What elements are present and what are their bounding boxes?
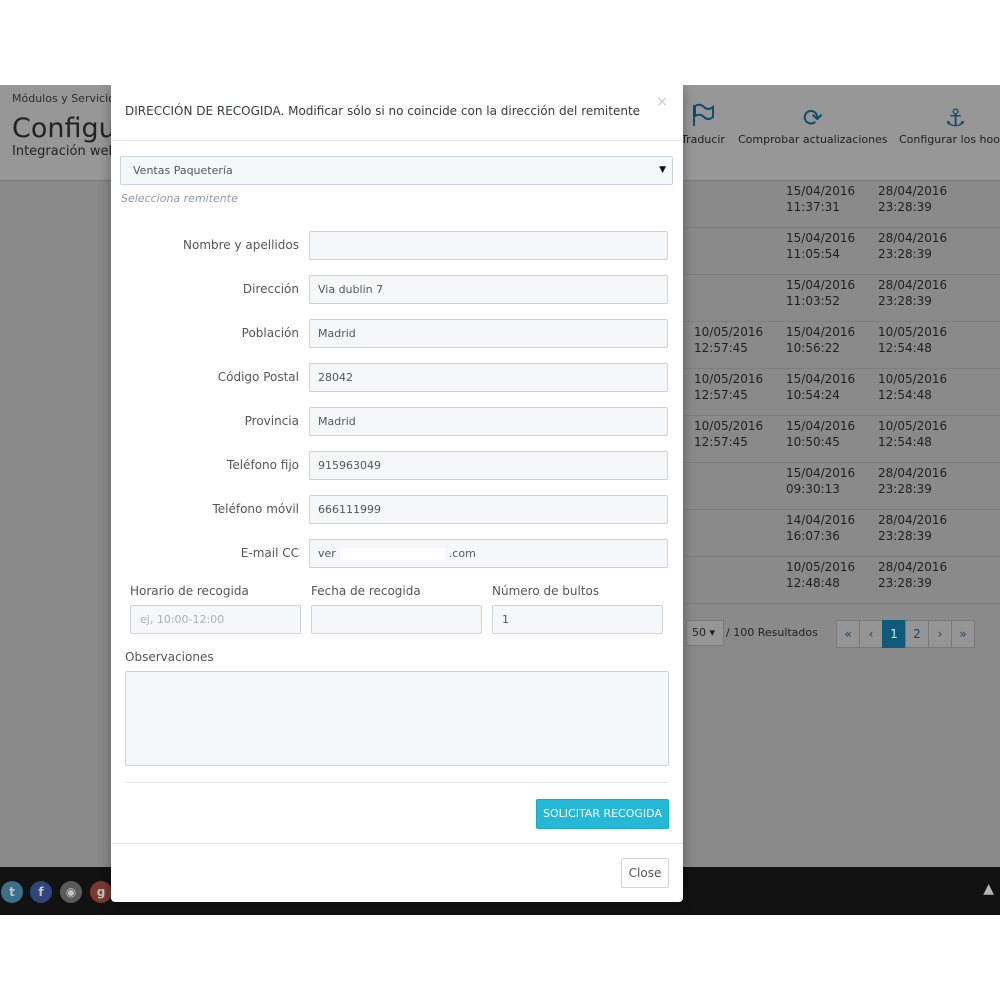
- caret-down-icon: ▼: [659, 165, 666, 175]
- postal-code-input[interactable]: 28042: [309, 363, 668, 392]
- table-cell: 28/04/2016 23:28:39: [878, 560, 948, 590]
- email-cc-label: E-mail CC: [240, 546, 299, 560]
- flag-icon: [681, 103, 725, 133]
- name-label: Nombre y apellidos: [183, 238, 299, 252]
- table-row[interactable]: 15/04/2016 11:37:31 28/04/2016 23:28:39: [684, 181, 1000, 228]
- notes-textarea[interactable]: [125, 671, 669, 766]
- name-input[interactable]: [309, 231, 668, 260]
- table-cell: 15/04/2016 10:50:45: [786, 419, 856, 449]
- twitter-icon[interactable]: t: [1, 881, 23, 903]
- postal-code-label: Código Postal: [217, 370, 299, 384]
- first-page-button[interactable]: «: [836, 620, 860, 648]
- table-cell: 15/04/2016 11:03:52: [786, 278, 856, 308]
- configure-hooks-button[interactable]: ⚓ Configurar los hooks: [899, 103, 1000, 146]
- configure-hooks-label: Configurar los hooks: [899, 133, 1000, 146]
- google-plus-icon[interactable]: g: [90, 881, 112, 903]
- province-label: Provincia: [244, 414, 299, 428]
- table-cell: 10/05/2016 12:54:48: [878, 372, 948, 402]
- sender-select[interactable]: Ventas Paquetería ▼: [120, 156, 673, 185]
- request-pickup-button[interactable]: SOLICITAR RECOGIDA: [536, 799, 669, 829]
- table-cell: 14/04/2016 16:07:36: [786, 513, 856, 543]
- page-2-button[interactable]: 2: [905, 620, 929, 648]
- table-row[interactable]: 10/05/2016 12:48:48 28/04/2016 23:28:39: [684, 557, 1000, 604]
- page-subtitle: Integración web: [12, 144, 117, 159]
- table-cell: 28/04/2016 23:28:39: [878, 278, 948, 308]
- pickup-time-label: Horario de recogida: [130, 584, 249, 598]
- redaction-mask: [339, 548, 445, 560]
- address-input[interactable]: Via dublin 7: [309, 275, 668, 304]
- table-cell: 10/05/2016 12:57:45: [694, 419, 764, 449]
- prev-page-button[interactable]: ‹: [859, 620, 883, 648]
- pagination: 50 ▾ / 100 Resultados « ‹ 1 2 › »: [684, 616, 1000, 650]
- table-cell: 10/05/2016 12:54:48: [878, 325, 948, 355]
- check-updates-button[interactable]: ⟳ Comprobar actualizaciones: [738, 103, 888, 146]
- table-row[interactable]: 10/05/2016 12:57:45 15/04/2016 10:50:45 10…: [684, 416, 1000, 463]
- modal-title: DIRECCIÓN DE RECOGIDA. Modificar sólo si…: [125, 104, 641, 118]
- table-row[interactable]: 15/04/2016 11:03:52 28/04/2016 23:28:39: [684, 275, 1000, 322]
- packages-input[interactable]: 1: [492, 605, 663, 634]
- form-divider: [125, 782, 669, 783]
- table-cell: 15/04/2016 11:37:31: [786, 184, 856, 214]
- pickup-time-input[interactable]: ej, 10:00-12:00: [130, 605, 301, 634]
- anchor-icon: ⚓: [944, 104, 967, 132]
- page-1-button[interactable]: 1: [882, 620, 906, 648]
- sender-select-value: Ventas Paquetería: [133, 164, 233, 177]
- modal-footer-divider: [111, 843, 683, 844]
- pickup-date-input[interactable]: [311, 605, 482, 634]
- packages-label: Número de bultos: [492, 584, 600, 598]
- scroll-top-icon[interactable]: ▲: [983, 881, 994, 897]
- table-cell: 28/04/2016 23:28:39: [878, 513, 948, 543]
- close-button[interactable]: Close: [621, 858, 669, 888]
- modal-header: DIRECCIÓN DE RECOGIDA. Modificar sólo si…: [111, 85, 683, 141]
- table-row[interactable]: 15/04/2016 09:30:13 28/04/2016 23:28:39: [684, 463, 1000, 510]
- province-input[interactable]: Madrid: [309, 407, 668, 436]
- address-label: Dirección: [242, 282, 299, 296]
- results-count: / 100 Resultados: [726, 626, 818, 639]
- screen: Módulos y Servicios Configurar Integraci…: [0, 85, 1000, 915]
- per-page-select[interactable]: 50 ▾: [686, 620, 724, 646]
- table-cell: 10/05/2016 12:54:48: [878, 419, 948, 449]
- table-cell: 28/04/2016 23:28:39: [878, 231, 948, 261]
- landline-input[interactable]: 915963049: [309, 451, 668, 480]
- mobile-input[interactable]: 666111999: [309, 495, 668, 524]
- email-value-end: .com: [448, 547, 476, 560]
- notes-label: Observaciones: [125, 650, 214, 664]
- github-icon[interactable]: ◉: [60, 881, 82, 903]
- facebook-icon[interactable]: f: [30, 881, 52, 903]
- landline-label: Teléfono fijo: [227, 458, 299, 472]
- next-page-button[interactable]: ›: [928, 620, 952, 648]
- city-input[interactable]: Madrid: [309, 319, 668, 348]
- table-cell: 10/05/2016 12:57:45: [694, 372, 764, 402]
- translate-label: Traducir: [681, 133, 725, 146]
- table-row[interactable]: 10/05/2016 12:57:45 15/04/2016 10:56:22 10…: [684, 322, 1000, 369]
- city-label: Población: [241, 326, 299, 340]
- close-icon[interactable]: ×: [656, 94, 668, 110]
- mobile-label: Teléfono móvil: [212, 502, 299, 516]
- sender-help-text: Selecciona remitente: [121, 192, 238, 205]
- table-row[interactable]: 15/04/2016 11:05:54 28/04/2016 23:28:39: [684, 228, 1000, 275]
- table-row[interactable]: 14/04/2016 16:07:36 28/04/2016 23:28:39: [684, 510, 1000, 557]
- last-page-button[interactable]: »: [951, 620, 975, 648]
- table-cell: 28/04/2016 23:28:39: [878, 184, 948, 214]
- table-cell: 15/04/2016 10:54:24: [786, 372, 856, 402]
- email-value-start: ver: [318, 547, 336, 560]
- table-cell: 10/05/2016 12:57:45: [694, 325, 764, 355]
- table-row[interactable]: 10/05/2016 12:57:45 15/04/2016 10:54:24 10…: [684, 369, 1000, 416]
- refresh-icon: ⟳: [802, 104, 823, 132]
- pickup-address-modal: DIRECCIÓN DE RECOGIDA. Modificar sólo si…: [111, 85, 683, 902]
- table-cell: 15/04/2016 11:05:54: [786, 231, 856, 261]
- pickup-date-label: Fecha de recogida: [311, 584, 421, 598]
- breadcrumb[interactable]: Módulos y Servicios: [12, 92, 121, 105]
- email-cc-input[interactable]: ver .com: [309, 539, 668, 568]
- table-cell: 15/04/2016 09:30:13: [786, 466, 856, 496]
- translate-button[interactable]: Traducir: [681, 103, 725, 146]
- check-updates-label: Comprobar actualizaciones: [738, 133, 888, 146]
- table-cell: 28/04/2016 23:28:39: [878, 466, 948, 496]
- table-cell: 10/05/2016 12:48:48: [786, 560, 856, 590]
- table-cell: 15/04/2016 10:56:22: [786, 325, 856, 355]
